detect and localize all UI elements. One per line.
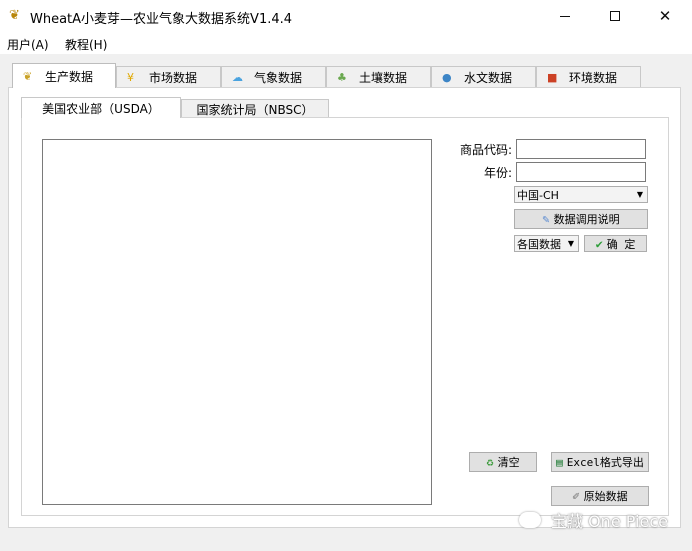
tab-label: 市场数据 [149, 70, 198, 85]
dropdown-arrow-icon: ▼ [636, 190, 643, 199]
maximize-button[interactable] [592, 0, 638, 32]
close-button[interactable]: ✕ [642, 0, 688, 32]
refresh-icon: ♻ [486, 455, 494, 469]
year-label: 年份: [483, 166, 512, 180]
wechat-logo-icon [519, 512, 541, 528]
tab-soil[interactable]: ♣ 土壤数据 [326, 66, 431, 87]
title-bar: ❦ WheatA小麦芽—农业气象大数据系统V1.4.4 ✕ [0, 0, 692, 32]
tab-label: 气象数据 [254, 70, 303, 85]
tab-label: 生产数据 [45, 69, 94, 84]
wheat-app-icon: ❦ [9, 8, 20, 23]
water-icon: ● [442, 70, 452, 84]
data-help-button[interactable]: ✎ 数据调用说明 [514, 209, 648, 229]
tab-label: 环境数据 [569, 70, 618, 85]
dropdown-arrow-icon: ▼ [567, 239, 574, 248]
country-data-select[interactable]: 各国数据 ▼ [514, 235, 579, 252]
yen-icon: ¥ [127, 70, 134, 84]
excel-file-icon: ▤ [556, 455, 563, 469]
window-title: WheatA小麦芽—农业气象大数据系统V1.4.4 [30, 12, 293, 27]
minimize-button[interactable] [542, 0, 588, 32]
cloud-icon: ☁ [232, 70, 243, 84]
raw-data-button[interactable]: ✐ 原始数据 [551, 486, 649, 506]
commodity-code-label: 商品代码: [459, 143, 512, 157]
button-label: 清空 [497, 456, 520, 469]
subtab-usda[interactable]: 美国农业部（USDA） [21, 97, 181, 118]
tab-label: 水文数据 [464, 70, 513, 85]
tab-hydrology[interactable]: ● 水文数据 [431, 66, 536, 87]
close-icon: ✕ [658, 7, 672, 25]
wheat-icon: ❦ [23, 69, 33, 83]
menu-tutorial[interactable]: 教程(H) [65, 36, 107, 53]
button-label: 原始数据 [583, 490, 628, 503]
checkmark-icon: ✔ [595, 236, 603, 251]
excel-export-button[interactable]: ▤ Excel格式导出 [551, 452, 649, 472]
country-select-value: 各国数据 [517, 237, 561, 251]
plant-icon: ♣ [337, 70, 347, 84]
watermark: 宝藏 One Piece [519, 508, 668, 532]
tab-environment[interactable]: ■ 环境数据 [536, 66, 641, 87]
tab-market[interactable]: ¥ 市场数据 [116, 66, 221, 87]
year-input[interactable] [516, 162, 646, 182]
tab-weather[interactable]: ☁ 气象数据 [221, 66, 326, 87]
result-listbox[interactable] [42, 139, 432, 505]
minimize-icon [560, 15, 570, 17]
tab-label: 土壤数据 [359, 70, 408, 85]
region-select-value: 中国-CH [517, 188, 559, 202]
menu-user[interactable]: 用户(A) [7, 36, 49, 53]
button-label: 确 定 [606, 237, 636, 251]
tab-production[interactable]: ❦ 生产数据 [12, 63, 116, 88]
button-label: 数据调用说明 [553, 213, 620, 226]
eraser-icon: ✐ [572, 489, 580, 503]
watermark-text: 宝藏 One Piece [551, 512, 668, 531]
help-document-icon: ✎ [542, 212, 550, 226]
confirm-button[interactable]: ✔ 确 定 [584, 235, 647, 252]
region-select[interactable]: 中国-CH ▼ [514, 186, 648, 203]
subtab-nbsc[interactable]: 国家统计局（NBSC） [181, 99, 329, 118]
button-label: Excel格式导出 [566, 456, 644, 469]
clear-button[interactable]: ♻ 清空 [469, 452, 537, 472]
car-icon: ■ [547, 70, 558, 84]
maximize-icon [610, 11, 620, 21]
commodity-code-input[interactable] [516, 139, 646, 159]
menu-bar: 用户(A) 教程(H) [0, 32, 692, 54]
